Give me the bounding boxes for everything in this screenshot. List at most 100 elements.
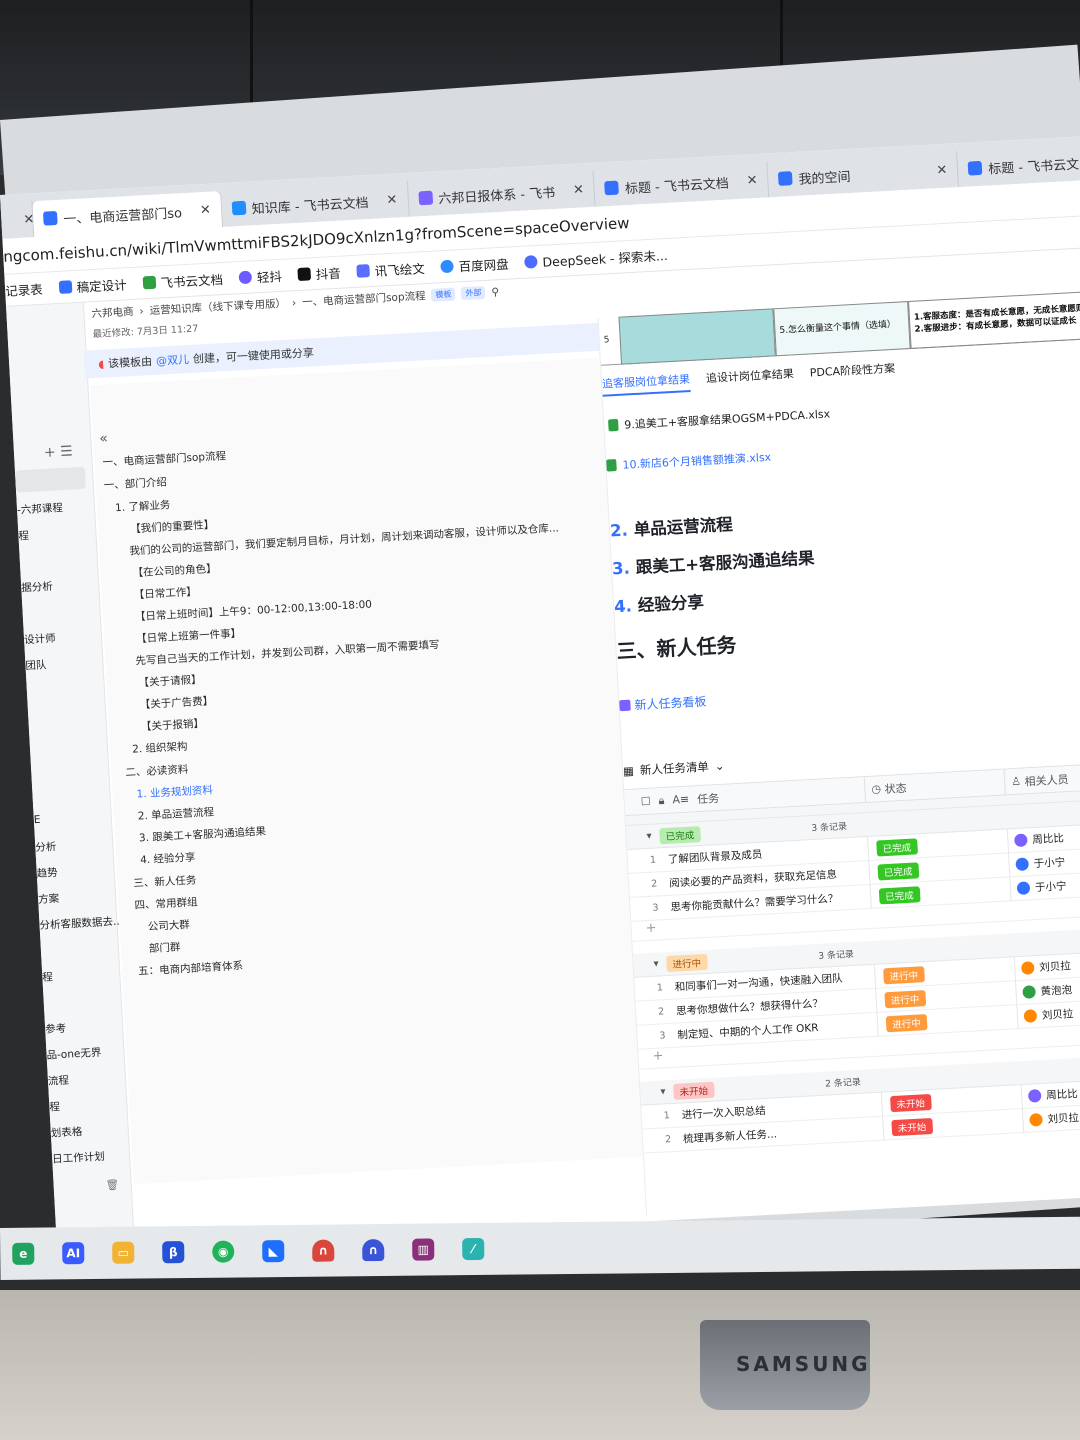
outline-item[interactable]: 2. 单品运营流程 bbox=[137, 804, 214, 823]
bookmark-item[interactable]: 轻抖 bbox=[238, 266, 282, 287]
template-author[interactable]: @双儿 bbox=[156, 351, 190, 369]
outline-item-active[interactable]: 1. 业务规划资料 bbox=[136, 782, 213, 801]
tab-close-prev[interactable]: ✕ bbox=[0, 201, 35, 239]
trash-icon[interactable]: 🗑 bbox=[105, 1178, 119, 1192]
status-badge[interactable]: 已完成 bbox=[877, 861, 919, 881]
sidebar-item[interactable]: 分析 bbox=[35, 839, 57, 855]
person-name[interactable]: 周比比 bbox=[1032, 830, 1064, 847]
close-icon[interactable]: ✕ bbox=[573, 182, 585, 198]
outline-item[interactable]: 【在公司的角色】 bbox=[132, 561, 217, 581]
outline-item[interactable]: 三、新人任务 bbox=[133, 872, 197, 890]
shield-app-icon[interactable]: β bbox=[162, 1241, 185, 1264]
column-header[interactable]: 状态 bbox=[884, 779, 907, 796]
bitable-title[interactable]: ▦ 新人任务清单 ⌄ bbox=[623, 758, 725, 779]
collapse-icon[interactable]: ▾ bbox=[653, 959, 659, 970]
outline-item[interactable]: 一、部门介绍 bbox=[103, 474, 168, 492]
sidebar-item[interactable]: 据分析 bbox=[21, 579, 53, 596]
wechat-icon[interactable]: ◉ bbox=[212, 1240, 235, 1263]
bookmark-item[interactable]: 稿定设计 bbox=[58, 274, 127, 297]
file-explorer-icon[interactable]: ▭ bbox=[112, 1241, 135, 1264]
ai-icon[interactable]: AI bbox=[62, 1242, 85, 1265]
collapse-icon[interactable]: ▾ bbox=[660, 1086, 666, 1097]
outline-item[interactable]: 3. 跟美工+客服沟通追结果 bbox=[139, 824, 267, 846]
sidebar-item[interactable]: 团队 bbox=[25, 657, 47, 673]
column-header[interactable]: 相关人员 bbox=[1024, 771, 1069, 789]
sidebar-item[interactable]: 分析客服数据去... bbox=[39, 913, 123, 932]
winrar-icon[interactable]: ▥ bbox=[412, 1238, 435, 1261]
person-name[interactable]: 于小宁 bbox=[1035, 878, 1067, 895]
bookmark-item[interactable]: 抖音 bbox=[297, 263, 341, 284]
outline-item[interactable]: 【日常工作】 bbox=[133, 584, 198, 602]
status-badge[interactable]: 进行中 bbox=[883, 965, 925, 984]
status-badge[interactable]: 未开始 bbox=[890, 1093, 932, 1112]
close-icon[interactable]: ✕ bbox=[936, 162, 948, 178]
bookmark-item[interactable]: 百度网盘 bbox=[440, 254, 509, 277]
close-icon[interactable]: ✕ bbox=[199, 202, 211, 218]
file-attachment[interactable]: 9.追美工+客服拿结果OGSM+PDCA.xlsx bbox=[608, 405, 831, 433]
outline-item[interactable]: 【我们的重要性】 bbox=[130, 517, 215, 537]
outline-item[interactable]: 公司大群 bbox=[147, 917, 190, 934]
collapse-outline-icon[interactable]: « bbox=[99, 431, 108, 447]
checkbox[interactable]: ☐ bbox=[640, 795, 651, 809]
chevron-down-icon[interactable]: ⌄ bbox=[714, 759, 724, 774]
outline-item[interactable]: 部门群 bbox=[149, 939, 181, 956]
bookmark-item[interactable]: DeepSeek - 探索未... bbox=[524, 245, 668, 272]
person-name[interactable]: 周比比 bbox=[1046, 1086, 1078, 1103]
person-name[interactable]: 黄泡泡 bbox=[1040, 982, 1072, 999]
column-header[interactable]: 任务 bbox=[697, 790, 720, 807]
edge-icon[interactable]: e bbox=[12, 1242, 35, 1265]
pin-icon[interactable]: ⚲ bbox=[491, 286, 499, 298]
status-badge[interactable]: 未开始 bbox=[891, 1117, 933, 1136]
breadcrumb-item[interactable]: 运营知识库（线下课专用版） bbox=[149, 296, 286, 318]
table-cell[interactable]: 1.客服态度：是否有成长意愿，无成长意愿则 2.客服进步：有成长意愿，数据可以证… bbox=[908, 289, 1080, 349]
sidebar-item[interactable]: 划表格 bbox=[50, 1124, 83, 1141]
sidebar-item[interactable]: 程 bbox=[49, 1099, 60, 1115]
outline-item[interactable]: 1. 了解业务 bbox=[115, 497, 171, 515]
breadcrumb-item[interactable]: 六邦电商 bbox=[91, 304, 134, 321]
bookmark-item[interactable]: 讯飞绘文 bbox=[356, 258, 425, 281]
outline-item[interactable]: 一、电商运营部门sop流程 bbox=[102, 448, 226, 470]
sidebar-item[interactable]: 日工作计划 bbox=[52, 1149, 105, 1167]
sidebar-item[interactable]: 参考 bbox=[45, 1021, 67, 1037]
sheet-tab[interactable]: 追设计岗位拿结果 bbox=[706, 365, 795, 391]
table-cell[interactable] bbox=[618, 308, 776, 365]
status-badge[interactable]: 已完成 bbox=[878, 885, 921, 904]
file-link[interactable]: 10.新店6个月销售额推演.xlsx bbox=[606, 449, 771, 474]
bookmark-item[interactable]: 飞书云文档 bbox=[142, 269, 223, 292]
person-name[interactable]: 刘贝拉 bbox=[1041, 1006, 1074, 1023]
outline-item[interactable]: 【关于报销】 bbox=[141, 716, 205, 734]
outline-item[interactable]: 【日常上班时间】上午9：00-12:00,13:00-18:00 bbox=[135, 596, 373, 624]
sheet-tab[interactable]: 追客服岗位拿结果 bbox=[601, 370, 691, 397]
person-name[interactable]: 刘贝拉 bbox=[1039, 958, 1071, 975]
sidebar-item[interactable]: 方案 bbox=[38, 891, 60, 907]
headset-icon[interactable]: ∩ bbox=[312, 1239, 335, 1262]
sidebar-item[interactable]: 趋势 bbox=[36, 865, 58, 881]
sheet-tab[interactable]: PDCA阶段性方案 bbox=[809, 360, 895, 386]
outline-item[interactable]: 4. 经验分享 bbox=[140, 849, 196, 867]
collapse-icon[interactable]: ▾ bbox=[646, 831, 652, 842]
outline-item[interactable]: 五：电商内部培育体系 bbox=[138, 958, 244, 979]
outline-item[interactable]: 【关于请假】 bbox=[138, 672, 202, 690]
table-cell[interactable]: 5.怎么衡量这个事情（选填） bbox=[773, 301, 911, 357]
sidebar-item[interactable]: 品-one无界 bbox=[46, 1045, 102, 1063]
sidebar-item[interactable]: E bbox=[34, 814, 41, 826]
breadcrumb-item[interactable]: 一、电商运营部门sop流程 bbox=[302, 288, 426, 310]
status-badge[interactable]: 已完成 bbox=[876, 837, 918, 857]
feishu-icon[interactable]: ◣ bbox=[262, 1240, 285, 1263]
status-badge[interactable]: 进行中 bbox=[884, 989, 926, 1008]
sidebar-item[interactable]: 流程 bbox=[48, 1073, 70, 1089]
sidebar-item[interactable]: 程 bbox=[18, 528, 29, 544]
close-icon[interactable]: ✕ bbox=[386, 192, 398, 208]
status-badge[interactable]: 进行中 bbox=[885, 1013, 928, 1032]
sidebar-item[interactable]: 程 bbox=[42, 969, 53, 985]
outline-item[interactable]: 二、必读资料 bbox=[125, 762, 189, 780]
sidebar-item[interactable]: -六邦课程 bbox=[17, 500, 64, 517]
headset-icon-2[interactable]: ∩ bbox=[362, 1238, 385, 1262]
board-link[interactable]: 新人任务看板 bbox=[619, 693, 707, 715]
outline-item[interactable]: 四、常用群组 bbox=[134, 894, 198, 912]
person-name[interactable]: 刘贝拉 bbox=[1047, 1110, 1079, 1127]
outline-item[interactable]: 【关于广告费】 bbox=[139, 693, 213, 712]
sidebar-item[interactable]: 设计师 bbox=[24, 631, 56, 648]
outline-item[interactable]: 2. 组织架构 bbox=[132, 739, 188, 757]
person-name[interactable]: 于小宁 bbox=[1033, 854, 1065, 871]
